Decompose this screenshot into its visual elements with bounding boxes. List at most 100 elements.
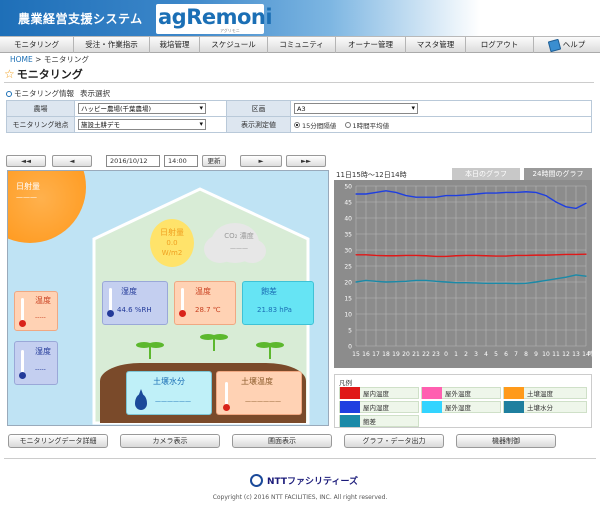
data-point bbox=[585, 275, 587, 277]
line-chart: 0510152025303540455015 16 17 18 19 20 21 22 23 0 1… bbox=[334, 180, 592, 368]
data-point bbox=[375, 280, 377, 282]
agremoni-logo[interactable]: agRemoni アグリモニ bbox=[156, 4, 273, 34]
time-field[interactable]: 14:00 bbox=[164, 155, 198, 167]
data-point bbox=[575, 274, 577, 276]
data-point bbox=[365, 279, 367, 281]
nav-cultivation[interactable]: 栽培管理 bbox=[150, 37, 200, 53]
legend-item: 屋外温度 bbox=[421, 387, 501, 399]
temp-outdoor-value: ----- bbox=[35, 314, 46, 321]
data-point bbox=[385, 281, 387, 283]
update-button[interactable]: 更新 bbox=[202, 155, 226, 167]
breadcrumb-home[interactable]: HOME bbox=[10, 55, 33, 64]
x-tick-label: 16 bbox=[362, 351, 370, 358]
soil-moisture-label: 土壌水分 bbox=[153, 377, 185, 386]
farm-select[interactable]: ハッピー農場(千葉農場) bbox=[78, 103, 206, 114]
legend-title: 凡例 bbox=[339, 379, 352, 387]
data-point bbox=[555, 254, 557, 256]
prev-far-button[interactable]: ◄◄ bbox=[6, 155, 46, 167]
co2-panel: CO₂ 濃度 ——— bbox=[214, 229, 264, 259]
point-select[interactable]: 施設土耕デモ bbox=[78, 119, 206, 130]
breadcrumb-sep: > bbox=[35, 55, 42, 64]
x-tick-label: 11 bbox=[552, 351, 560, 358]
data-point bbox=[355, 193, 357, 195]
nav-logout[interactable]: ログアウト bbox=[466, 37, 534, 53]
x-tick-label: 10 bbox=[542, 351, 550, 358]
header-banner: 農業経営支援システム bbox=[0, 0, 600, 36]
copyright: Copyright (c) 2016 NTT FACILITIES, INC. … bbox=[212, 494, 388, 501]
data-point bbox=[365, 254, 367, 256]
data-point bbox=[455, 282, 457, 284]
x-tick-label: 9 bbox=[534, 351, 538, 358]
nav-monitoring[interactable]: モニタリング bbox=[0, 37, 74, 53]
temp-indoor-panel: 温度 28.7 ℃ bbox=[174, 281, 236, 325]
legend-swatch bbox=[340, 415, 360, 427]
humidity-indoor-value: 44.6 %RH bbox=[117, 306, 152, 314]
tab-24h[interactable]: 24時間のグラフ bbox=[524, 168, 592, 180]
data-point bbox=[575, 253, 577, 256]
page-title: モニタリング bbox=[16, 68, 83, 81]
legend-item: 土壌温度 bbox=[503, 387, 587, 399]
x-tick-label: 15 bbox=[352, 351, 360, 358]
solar-outdoor-value: ——— bbox=[16, 193, 37, 201]
data-point bbox=[515, 283, 517, 285]
nav-schedule[interactable]: スケジュール bbox=[200, 37, 268, 53]
time-toolbar: ◄◄ ◄ 2016/10/12 14:00 更新 ► ►► bbox=[6, 155, 326, 167]
nav-community[interactable]: コミュニティ bbox=[268, 37, 336, 53]
y-tick-label: 35 bbox=[344, 232, 352, 239]
data-point bbox=[495, 282, 497, 284]
data-point bbox=[455, 255, 457, 257]
interval-15min-radio[interactable]: 15分間隔値 bbox=[294, 120, 336, 130]
star-icon: ☆ bbox=[4, 67, 15, 81]
data-point bbox=[555, 278, 557, 280]
x-tick-label: 3 bbox=[474, 351, 478, 358]
x-tick-label: 21 bbox=[412, 351, 420, 358]
x-tick-label: 5 bbox=[494, 351, 498, 358]
data-point bbox=[435, 280, 437, 282]
date-field[interactable]: 2016/10/12 bbox=[106, 155, 160, 167]
data-point bbox=[495, 192, 497, 194]
divider bbox=[4, 82, 594, 83]
next-button[interactable]: ► bbox=[240, 155, 282, 167]
x-unit-label: 時 bbox=[588, 350, 592, 358]
zone-select[interactable]: A3 bbox=[294, 103, 418, 114]
next-far-button[interactable]: ►► bbox=[286, 155, 326, 167]
humidity-outdoor-panel: 湿度 ----- bbox=[14, 341, 58, 385]
nav-master[interactable]: マスタ管理 bbox=[406, 37, 466, 53]
graph-range: 11日15時～12日14時 bbox=[336, 171, 407, 179]
nav-orders[interactable]: 受注・作業指示 bbox=[74, 37, 150, 53]
camera-button[interactable]: カメラ表示 bbox=[120, 434, 220, 448]
interval-1h-radio[interactable]: 1時間平均値 bbox=[344, 120, 389, 130]
co2-value: ——— bbox=[230, 245, 248, 252]
solar-indoor-label: 日射量 bbox=[160, 228, 184, 237]
page-title-row: ☆ モニタリング bbox=[4, 66, 83, 82]
data-point bbox=[555, 201, 557, 203]
temp-thermometer-icon bbox=[179, 288, 186, 318]
x-tick-label: 7 bbox=[514, 351, 518, 358]
solar-indoor-value: 0.0 bbox=[166, 239, 178, 247]
graph-export-button[interactable]: グラフ・データ出力 bbox=[344, 434, 444, 448]
section-display-label[interactable]: 表示選択 bbox=[80, 88, 110, 99]
monitoring-detail-button[interactable]: モニタリングデータ詳細 bbox=[8, 434, 108, 448]
data-point bbox=[535, 281, 537, 283]
prev-button[interactable]: ◄ bbox=[52, 155, 92, 167]
x-tick-label: 23 bbox=[432, 351, 440, 358]
y-tick-label: 30 bbox=[344, 248, 352, 255]
ntt-logo: NTTファシリティーズ bbox=[250, 474, 358, 487]
temp-indoor-label: 温度 bbox=[195, 287, 211, 296]
data-point bbox=[495, 255, 497, 257]
device-control-button[interactable]: 機器制御 bbox=[456, 434, 556, 448]
x-tick-label: 8 bbox=[524, 351, 528, 358]
data-point bbox=[405, 280, 407, 282]
data-point bbox=[575, 207, 577, 209]
x-tick-label: 2 bbox=[464, 351, 468, 358]
x-tick-label: 6 bbox=[504, 351, 508, 358]
data-point bbox=[385, 190, 387, 192]
temp-outdoor-panel: 温度 ----- bbox=[14, 291, 58, 331]
ntt-mark-icon bbox=[250, 474, 263, 487]
humidity-outdoor-thermometer-icon bbox=[19, 350, 26, 380]
humidity-indoor-label: 湿度 bbox=[121, 287, 137, 296]
nav-help[interactable]: ヘルプ bbox=[534, 37, 600, 53]
field-view-button[interactable]: 圃面表示 bbox=[232, 434, 332, 448]
nav-owner[interactable]: オーナー管理 bbox=[336, 37, 406, 53]
tab-today[interactable]: 本日のグラフ bbox=[452, 168, 520, 180]
